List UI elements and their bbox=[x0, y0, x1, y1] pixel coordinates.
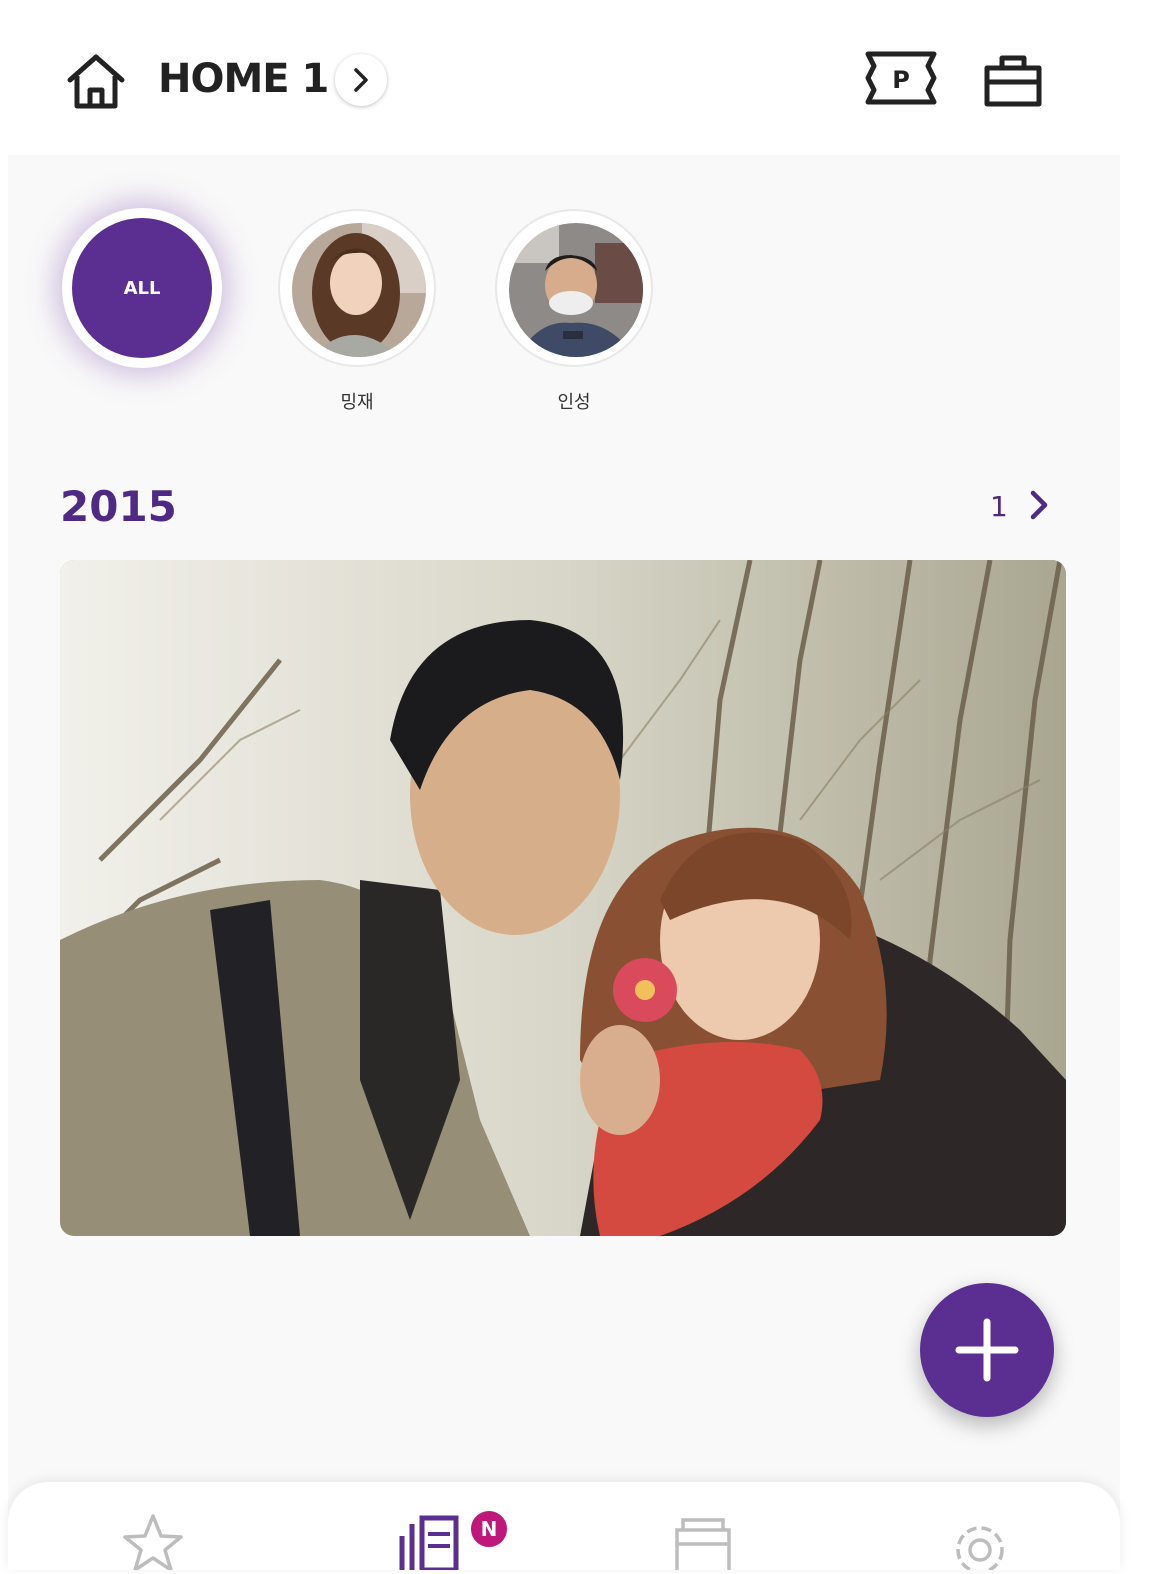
profile-name-mingjae: 밍재 bbox=[340, 392, 374, 413]
avatar-photo bbox=[509, 223, 643, 357]
avatar-photo bbox=[292, 223, 426, 357]
ticket-p-icon[interactable]: P bbox=[864, 50, 938, 106]
nav-feed-tab[interactable] bbox=[388, 1508, 468, 1573]
profile-avatar-mingjae[interactable] bbox=[278, 209, 436, 367]
ticket-letter: P bbox=[892, 66, 910, 94]
nav-album-tab[interactable] bbox=[663, 1508, 743, 1570]
section-year-title: 2015 bbox=[60, 482, 177, 531]
couple-photo bbox=[60, 560, 1066, 1236]
profile-name-inseong: 인성 bbox=[557, 392, 591, 413]
nav-settings-tab[interactable] bbox=[940, 1508, 1020, 1574]
shopping-bag-icon[interactable] bbox=[982, 50, 1044, 110]
profile-all-button[interactable]: ALL bbox=[62, 208, 222, 368]
photo-card[interactable] bbox=[60, 560, 1066, 1236]
settings-gear-icon bbox=[956, 1526, 1004, 1574]
section-item-count: 1 bbox=[990, 490, 1008, 523]
new-badge: N bbox=[468, 1508, 510, 1550]
top-header: HOME 1 P bbox=[0, 0, 1166, 155]
add-button[interactable] bbox=[920, 1283, 1054, 1417]
chevron-right-icon[interactable] bbox=[1026, 488, 1054, 522]
album-icon bbox=[675, 1518, 731, 1570]
star-icon bbox=[123, 1514, 183, 1572]
profile-all-label: ALL bbox=[72, 218, 212, 358]
feed-icon bbox=[399, 1515, 459, 1573]
profile-avatar-inseong[interactable] bbox=[495, 209, 653, 367]
nav-star-tab[interactable] bbox=[113, 1508, 193, 1572]
chevron-right-icon[interactable] bbox=[335, 54, 387, 106]
bottom-navigation bbox=[8, 1482, 1120, 1574]
plus-icon bbox=[955, 1318, 1019, 1382]
home-icon[interactable] bbox=[64, 52, 128, 112]
home-title[interactable]: HOME 1 bbox=[158, 56, 329, 102]
